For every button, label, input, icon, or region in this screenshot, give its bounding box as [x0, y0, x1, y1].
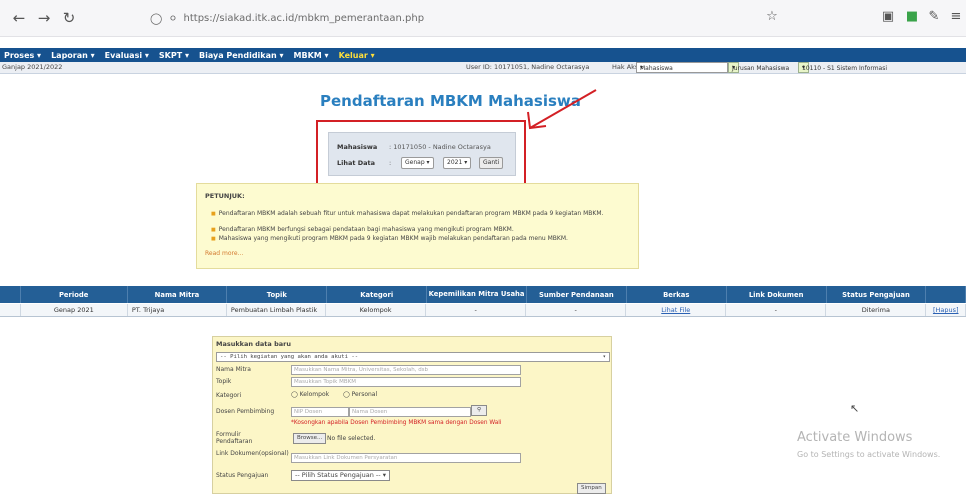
- table-cell-mitra: PT. Trijaya: [128, 304, 227, 316]
- shield-outline-icon: ◯: [150, 11, 163, 25]
- hint-item: Pendaftaran MBKM berfungsi sebagai penda…: [211, 226, 514, 233]
- table-header-cell: Kategori: [327, 286, 428, 303]
- table-header-cell: Link Dokumen: [727, 286, 827, 303]
- table-cell-sumber: -: [526, 304, 627, 316]
- new-entry-form: Masukkan data baru -- Pilih kegiatan yan…: [212, 336, 612, 494]
- menu-item-biaya[interactable]: Biaya Pendidikan ▾: [199, 51, 284, 60]
- simpan-button[interactable]: Simpan: [577, 483, 606, 494]
- topik-input[interactable]: Masukkan Topik MBKM: [291, 377, 521, 387]
- jurusan-select[interactable]: Jurusan Mahasiswa ▾: [728, 62, 789, 73]
- table-header: Periode Nama Mitra Topik Kategori Kepemi…: [0, 286, 966, 303]
- menu-item-proses[interactable]: Proses ▾: [4, 51, 41, 60]
- dosen-warning: *Kosongkan apabila Dosen Pembimbing MBKM…: [291, 420, 502, 426]
- menu-item-laporan[interactable]: Laporan ▾: [51, 51, 95, 60]
- dosen-label: Dosen Pembimbing: [216, 408, 275, 415]
- petunjuk-title: PETUNJUK:: [205, 192, 245, 200]
- form-heading: Masukkan data baru: [216, 340, 291, 348]
- table-cell-status: Diterima: [826, 304, 927, 316]
- pocket-icon[interactable]: ▣: [880, 9, 896, 25]
- lihat-data-label: Lihat Data: [337, 159, 376, 167]
- main-menu: Proses ▾ Laporan ▾ Evaluasi ▾ SKPT ▾ Bia…: [0, 48, 966, 62]
- bookmark-star-icon[interactable]: ☆: [764, 9, 780, 25]
- annotation-arrow-icon: [527, 89, 597, 130]
- link-dokumen-input[interactable]: Masukkan Link Dokumen Persyaratan: [291, 453, 521, 463]
- search-dosen-icon[interactable]: ⚲: [471, 405, 487, 416]
- reload-icon[interactable]: ↻: [60, 9, 78, 27]
- session-info-bar: Ganjap 2021/2022 User ID: 10171051, Nadi…: [0, 62, 966, 74]
- table-cell-kategori: Kelompok: [326, 304, 427, 316]
- nama-mitra-input[interactable]: Masukkan Nama Mitra, Universitas, Sekola…: [291, 365, 521, 375]
- nama-mitra-label: Nama Mitra: [216, 366, 251, 373]
- table-cell-topik: Pembuatan Limbah Plastik: [227, 304, 327, 316]
- table-row: Genap 2021 PT. Trijaya Pembuatan Limbah …: [0, 304, 966, 317]
- chevron-down-icon: ▾: [602, 354, 606, 360]
- link-dokumen-label: Link Dokumen(opsional): [216, 450, 289, 457]
- back-arrow-icon[interactable]: ←: [10, 9, 28, 27]
- table-cell-kepemilikan: -: [426, 304, 527, 316]
- url-text: https://siakad.itk.ac.id/mbkm_pemerantaa…: [183, 12, 425, 24]
- petunjuk-box: PETUNJUK: Pendaftaran MBKM adalah sebuah…: [196, 183, 639, 269]
- hint-item: Pendaftaran MBKM adalah sebuah fitur unt…: [211, 210, 631, 217]
- formulir-label: Formulir Pendaftaran: [216, 431, 253, 445]
- student-panel: Mahasiswa : 10171050 - Nadine Octarasya …: [328, 132, 516, 176]
- forward-arrow-icon[interactable]: →: [35, 9, 53, 27]
- hapus-link[interactable]: [Hapus]: [926, 304, 966, 316]
- table-header-cell: Berkas: [627, 286, 727, 303]
- status-pengajuan-select[interactable]: -- Pilih Status Pengajuan -- ▾: [291, 470, 390, 481]
- nip-dosen-input[interactable]: NIP Dosen: [291, 407, 349, 417]
- prodi-select[interactable]: 10110 - S1 Sistem Informasi ▾: [798, 62, 887, 73]
- ganti-button[interactable]: Ganti: [479, 157, 504, 169]
- lock-icon: ⚪: [168, 11, 178, 25]
- nama-dosen-input[interactable]: Nama Dosen: [349, 407, 471, 417]
- menu-icon[interactable]: ≡: [948, 9, 964, 25]
- kegiatan-select[interactable]: -- Pilih kegiatan yang akan anda akuti -…: [216, 352, 610, 362]
- year-select[interactable]: 2021 ▾: [443, 157, 472, 169]
- table-cell-link-dokumen: -: [726, 304, 827, 316]
- hint-item: Mahasiswa yang mengikuti program MBKM pa…: [211, 235, 568, 242]
- kategori-radio-kelompok[interactable]: ◯ Kelompok: [291, 391, 329, 398]
- table-header-cell: Periode: [21, 286, 128, 303]
- table-header-cell: Status Pengajuan: [827, 286, 927, 303]
- user-info: User ID: 10171051, Nadine Octarasya: [466, 63, 590, 71]
- student-highlight-box: Mahasiswa : 10171050 - Nadine Octarasya …: [316, 120, 526, 186]
- period-text: Ganjap 2021/2022: [2, 63, 63, 71]
- table-header-cell: Nama Mitra: [128, 286, 228, 303]
- table-header-cell: [926, 286, 966, 303]
- menu-item-mbkm[interactable]: MBKM ▾: [294, 51, 329, 60]
- activate-windows-sub: Go to Settings to activate Windows.: [797, 450, 941, 459]
- lihat-file-link[interactable]: Lihat File: [626, 304, 727, 316]
- mouse-cursor-icon: ↖: [850, 402, 860, 415]
- menu-item-evaluasi[interactable]: Evaluasi ▾: [105, 51, 149, 60]
- access-select[interactable]: Mahasiswa ▾: [636, 62, 728, 73]
- topik-label: Topik: [216, 378, 232, 385]
- table-cell-periode: Genap 2021: [21, 304, 128, 316]
- semester-select[interactable]: Genap ▾: [401, 157, 434, 169]
- table-header-cell: Topik: [227, 286, 328, 303]
- lihat-data-colon: :: [389, 159, 392, 167]
- no-file-text: No file selected.: [327, 435, 376, 442]
- menu-item-skpt[interactable]: SKPT ▾: [159, 51, 189, 60]
- browse-button[interactable]: Browse...: [293, 433, 327, 444]
- table-header-cell: [0, 286, 21, 303]
- pen-icon[interactable]: ✎: [926, 9, 942, 25]
- read-more-link[interactable]: Read more...: [205, 250, 243, 257]
- browser-toolbar: ← → ↻ ◯ ⚪ https://siakad.itk.ac.id/mbkm_…: [0, 0, 966, 37]
- activate-windows-title: Activate Windows: [797, 430, 913, 445]
- status-pengajuan-label: Status Pengajuan: [216, 472, 269, 479]
- kategori-label: Kategori: [216, 392, 242, 399]
- shield-extension-icon[interactable]: ■: [904, 9, 920, 25]
- mahasiswa-value: : 10171050 - Nadine Octarasya: [389, 143, 491, 151]
- address-bar[interactable]: ◯ ⚪ https://siakad.itk.ac.id/mbkm_pemera…: [150, 6, 762, 30]
- mahasiswa-label: Mahasiswa: [337, 143, 378, 151]
- table-cell: [0, 304, 21, 316]
- table-header-cell: Kepemilikan Mitra Usaha: [427, 286, 527, 303]
- table-header-cell: Sumber Pendanaan: [527, 286, 627, 303]
- kategori-radio-personal[interactable]: ◯ Personal: [343, 391, 377, 398]
- menu-item-keluar[interactable]: Keluar ▾: [339, 51, 375, 60]
